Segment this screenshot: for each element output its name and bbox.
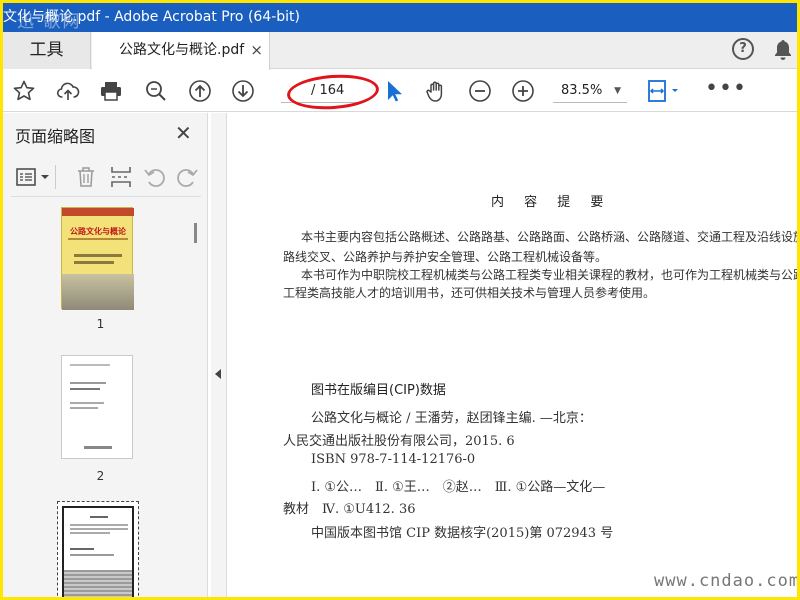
zoom-out-icon[interactable] <box>467 78 493 104</box>
cip-line-2: 人民交通出版社股份有限公司，2015. 6 <box>283 434 515 449</box>
cip-line-5: 教材 Ⅳ. ①U412. 36 <box>283 502 416 517</box>
bookmark-star-icon[interactable] <box>11 78 37 104</box>
thumb-text-line <box>70 554 114 556</box>
zoom-value: 83.5% <box>561 83 603 98</box>
rotate-right-icon[interactable] <box>175 165 199 189</box>
cover-band <box>62 208 134 216</box>
thumb-text-line <box>70 364 110 366</box>
cover-text-line <box>74 254 122 257</box>
zoom-in-icon[interactable] <box>510 78 536 104</box>
thumb-dense-block <box>64 570 132 597</box>
next-page-icon[interactable] <box>230 78 256 104</box>
previous-page-icon[interactable] <box>187 78 213 104</box>
rotate-left-icon[interactable] <box>143 165 167 189</box>
title-bar: 文化与概论.pdf - Adobe Acrobat Pro (64-bit) 迅… <box>3 3 797 32</box>
thumb-text-line <box>70 382 106 384</box>
hand-tool-icon[interactable] <box>423 78 449 104</box>
cover-title: 公路文化与概论 <box>70 227 126 236</box>
more-tools-icon[interactable]: ••• <box>705 78 747 100</box>
thumb-text-line <box>90 516 108 518</box>
tab-document[interactable]: 公路文化与概论.pdf × <box>92 32 270 70</box>
collapse-left-icon <box>215 369 221 379</box>
main-toolbar: / 164 83.5% ▼ ••• <box>3 70 797 113</box>
thumbnail-list: 公路文化与概论 1 2 <box>3 205 198 597</box>
thumbnail-label: 2 <box>96 469 105 483</box>
annotation-oval <box>285 71 381 113</box>
bell-icon[interactable] <box>773 39 793 61</box>
cip-line-4: Ⅰ. ①公… Ⅱ. ①王… ②赵… Ⅲ. ①公路—文化— <box>311 480 606 495</box>
thumb-text-line <box>70 388 100 390</box>
delete-page-icon[interactable] <box>75 165 97 189</box>
divider <box>55 165 56 189</box>
watermark-top: 迅·歌网 <box>17 12 82 32</box>
insert-page-icon[interactable] <box>109 165 133 189</box>
panel-collapse-handle[interactable] <box>211 113 227 597</box>
cip-line-3: ISBN 978-7-114-12176-0 <box>311 452 476 467</box>
search-zoom-icon[interactable] <box>143 78 169 104</box>
thumbnail-page-1[interactable]: 公路文化与概论 <box>61 207 134 310</box>
thumbnail-label: 1 <box>96 317 105 331</box>
cip-title: 图书在版编目(CIP)数据 <box>311 383 446 398</box>
summary-paragraph-2-line-1: 本书可作为中职院校工程机械类与公路工程类专业相关课程的教材，也可作为工程机械类与… <box>301 268 797 282</box>
cip-line-6: 中国版本图书馆 CIP 数据核字(2015)第 072943 号 <box>311 526 614 541</box>
document-page: 内 容 提 要 本书主要内容包括公路概述、公路路基、公路路面、公路桥涵、公路隧道… <box>229 113 797 597</box>
scrollbar-thumb[interactable] <box>194 223 197 243</box>
zoom-level-select[interactable]: 83.5% ▼ <box>553 79 627 103</box>
tab-bar: 工具 公路文化与概论.pdf × ? <box>3 32 797 70</box>
cover-photo <box>62 274 134 310</box>
thumbnails-panel: 页面缩略图 ✕ 公路文化与概论 1 2 <box>3 113 208 597</box>
thumb-page-frame <box>62 506 134 597</box>
thumb-text-line <box>70 532 110 534</box>
cloud-upload-icon[interactable] <box>55 78 81 104</box>
summary-heading: 内 容 提 要 <box>491 195 612 210</box>
options-menu-icon[interactable] <box>15 165 51 189</box>
chevron-down-icon: ▼ <box>614 86 621 96</box>
thumbnail-scrollbar[interactable] <box>192 205 200 597</box>
summary-paragraph-1-line-2: 路线交叉、公路养护与养护安全管理、公路工程机械设备等。 <box>283 250 608 264</box>
acrobat-window: 文化与概论.pdf - Adobe Acrobat Pro (64-bit) 迅… <box>3 3 797 597</box>
summary-paragraph-1-line-1: 本书主要内容包括公路概述、公路路基、公路路面、公路桥涵、公路隧道、交通工程及沿线… <box>301 230 797 244</box>
thumb-text-line <box>70 402 104 404</box>
thumbnail-page-2[interactable] <box>61 355 133 459</box>
watermark-bottom: www.cndao.com <box>654 571 797 591</box>
panel-toolbar <box>11 161 201 197</box>
cover-text-line <box>74 261 114 264</box>
close-panel-icon[interactable]: ✕ <box>175 121 192 145</box>
thumb-text-line <box>70 528 128 530</box>
print-icon[interactable] <box>98 78 124 104</box>
help-icon[interactable]: ? <box>732 38 754 60</box>
close-tab-icon[interactable]: × <box>250 32 263 68</box>
thumb-text-line <box>70 407 98 409</box>
tab-tools[interactable]: 工具 <box>3 32 91 69</box>
summary-paragraph-2-line-2: 工程类高技能人才的培训用书，还可供相关技术与管理人员参考使用。 <box>283 286 656 300</box>
cip-line-1: 公路文化与概论 / 王潘劳，赵团锋主编. —北京： <box>311 411 592 426</box>
thumb-text-line <box>70 548 94 550</box>
thumb-publisher-line <box>84 446 112 449</box>
cover-rule <box>68 238 128 240</box>
tab-document-label: 公路文化与概论.pdf <box>119 42 245 58</box>
select-cursor-icon[interactable] <box>381 78 407 104</box>
page-fit-icon[interactable] <box>645 78 685 104</box>
thumb-text-line <box>70 524 128 526</box>
panel-title: 页面缩略图 <box>15 127 96 146</box>
thumbnail-page-3[interactable] <box>57 501 139 597</box>
